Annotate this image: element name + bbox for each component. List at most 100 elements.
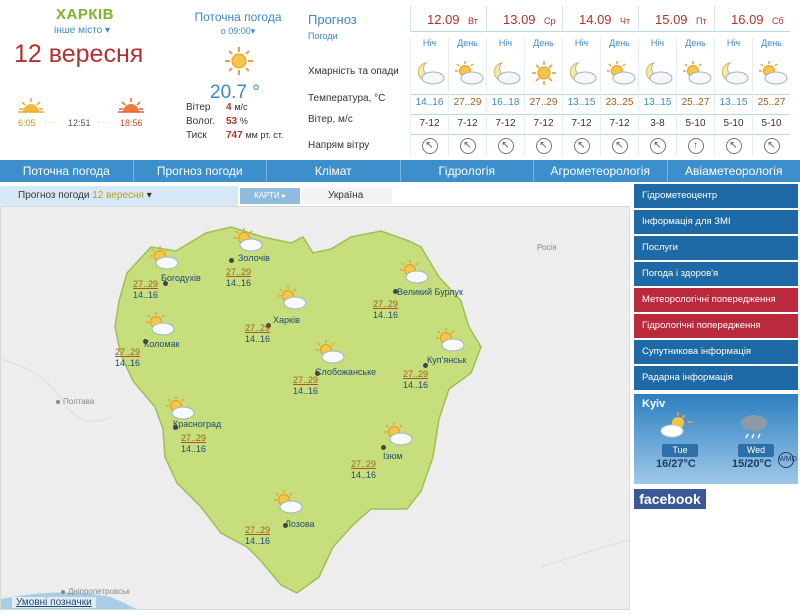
city-day-temp: 27..29 — [133, 279, 159, 289]
wind-direction-cell: ↖ — [486, 134, 524, 156]
forecast-icon-cell — [410, 56, 448, 92]
day-wind: 5-10 — [676, 114, 714, 134]
wind-direction-icon: ↖ — [535, 138, 552, 154]
wind-direction-cell: ↖ — [714, 134, 752, 156]
sidebar-item[interactable]: Гідрометеоцентр — [634, 184, 798, 208]
city-name-label: Великий Бурлук — [397, 287, 463, 297]
city-name-label: Куп'янськ — [427, 355, 467, 365]
sun-cloud-icon — [274, 490, 303, 514]
forecast-day-header[interactable]: 14.09 Чт — [562, 6, 638, 32]
wind-row-label: Вітер, м/с — [308, 114, 353, 125]
forecast-day-header[interactable]: 16.09 Сб — [714, 6, 790, 32]
forecast-title[interactable]: Прогноз — [308, 12, 357, 27]
night-wind: 7-12 — [410, 114, 448, 134]
city-name-label: Лозова — [285, 519, 315, 529]
sidebar-item[interactable]: Інформація для ЗМІ — [634, 210, 798, 234]
wind-direction-icon: ↖ — [459, 138, 476, 154]
city-day-temp: 27..29 — [351, 459, 377, 469]
wind-direction-icon: ↖ — [725, 138, 742, 154]
nav-current-weather[interactable]: Поточна погода — [0, 160, 134, 182]
day-label: День — [752, 38, 790, 56]
outside-city-label: Дніпропетровськ — [61, 587, 130, 596]
city-day-temp: 27..29 — [115, 347, 141, 357]
night-label: Ніч — [410, 38, 448, 56]
current-weather-title[interactable]: Поточна погода — [178, 10, 298, 24]
moon-cloud-icon — [569, 62, 596, 85]
city-name-label: Коломак — [144, 339, 180, 349]
city-day-temp: 27..29 — [245, 323, 271, 333]
chevron-down-icon: ▾ — [102, 25, 111, 36]
forecast-day-header[interactable]: 13.09 Ср — [486, 6, 562, 32]
tab-ukraine[interactable]: Україна — [302, 188, 392, 204]
current-temperature: 20.7 ° — [210, 82, 260, 103]
nav-aviation[interactable]: Авіаметеорологія — [668, 160, 800, 182]
sidebar-item[interactable]: Послуги — [634, 236, 798, 260]
wind-direction-cell: ↖ — [410, 134, 448, 156]
sidebar-item[interactable]: Гідрологічні попередження — [634, 314, 798, 338]
sidebar-item[interactable]: Радарна інформація — [634, 366, 798, 390]
city-night-temp: 14..16 — [181, 444, 207, 454]
forecast-day-header[interactable]: 12.09 Вт — [410, 6, 486, 32]
city-night-temp: 14..16 — [293, 386, 319, 396]
forecast-icon-cell — [433, 327, 465, 353]
forecast-icon-cell — [562, 56, 600, 92]
kyiv-weather-widget[interactable]: Kyiv Tue Wed 16/27°C 15/20°C WMO — [634, 394, 798, 484]
city-night-temp: 14..16 — [373, 310, 399, 320]
rain-cloud-icon — [741, 415, 767, 439]
day-wind: 7-12 — [524, 114, 562, 134]
sun-cloud-icon — [150, 246, 179, 270]
chevron-down-icon: ▾ — [143, 190, 152, 201]
wind-direction-cell: ↖ — [638, 134, 676, 156]
forecast-map[interactable]: Полтава Росія Дніпропетровськ Золочів 27.… — [0, 206, 630, 610]
city-night-temp: 14..16 — [245, 334, 271, 344]
sun-dots: ··· — [44, 118, 55, 127]
forecast-date: 16.09 — [731, 12, 764, 27]
legend-link[interactable]: Умовні позначки — [12, 597, 96, 608]
current-time-dropdown[interactable]: о 09:00▾ — [178, 26, 298, 37]
facebook-button[interactable]: facebook — [634, 489, 706, 509]
sun-cloud-icon — [384, 422, 413, 446]
city-dot — [283, 523, 288, 528]
forecast-day-header[interactable]: 15.09 Пт — [638, 6, 714, 32]
wind-direction-icon: ↖ — [421, 138, 438, 154]
forecast-icon-cell — [397, 259, 429, 285]
night-wind: 3-8 — [638, 114, 676, 134]
nav-forecast[interactable]: Прогноз погоди — [134, 160, 267, 182]
humidity-row: Волог. 53 % — [186, 116, 248, 127]
wind-direction-cell: ↖ — [600, 134, 638, 156]
wind-direction-icon: ↑ — [687, 138, 704, 154]
sun-cloud-icon — [278, 286, 307, 310]
tab-forecast-date[interactable]: Прогноз погоди 12 вересня ▾ — [0, 186, 238, 206]
other-city-dropdown[interactable]: інше місто ▾ — [54, 25, 110, 36]
city-dot — [163, 281, 168, 286]
night-label: Ніч — [638, 38, 676, 56]
forecast-icon-cell — [752, 56, 790, 92]
city-day-temp: 27..29 — [181, 433, 207, 443]
nav-climate[interactable]: Клімат — [267, 160, 401, 182]
nav-hydrology[interactable]: Гідрологія — [401, 160, 534, 182]
forecast-weekday: Ср — [544, 16, 556, 26]
forecast-icon-cell — [638, 56, 676, 92]
night-temperature: 14..16 — [410, 94, 448, 112]
forecast-date: 12.09 — [427, 12, 460, 27]
city-name-label: Харків — [273, 315, 300, 325]
outside-country-label: Росія — [537, 243, 557, 252]
widget-day2-temp: 15/20°C — [732, 458, 772, 470]
city-night-temp: 14..16 — [226, 278, 252, 288]
nav-agrometeorology[interactable]: Агрометеорологія — [534, 160, 668, 182]
day-label: День — [524, 38, 562, 56]
sidebar-item[interactable]: Метеорологічні попередження — [634, 288, 798, 312]
wind-direction-icon: ↖ — [611, 138, 628, 154]
widget-day2: Wed — [738, 444, 774, 457]
wmo-logo-icon: WMO — [778, 452, 797, 468]
forecast-icon-cell — [143, 311, 175, 337]
sidebar-item[interactable]: Супутникова інформація — [634, 340, 798, 364]
sidebar-item[interactable]: Погода і здоров'я — [634, 262, 798, 286]
forecast-date: 14.09 — [579, 12, 612, 27]
city-name: ХАРКІВ — [56, 6, 114, 23]
forecast-date: 15.09 — [655, 12, 688, 27]
forecast-icon-cell — [600, 56, 638, 92]
wind-direction-cell: ↖ — [448, 134, 486, 156]
tab-maps[interactable]: КАРТИ ▸ — [240, 188, 300, 204]
day-temperature: 23..25 — [600, 94, 638, 112]
